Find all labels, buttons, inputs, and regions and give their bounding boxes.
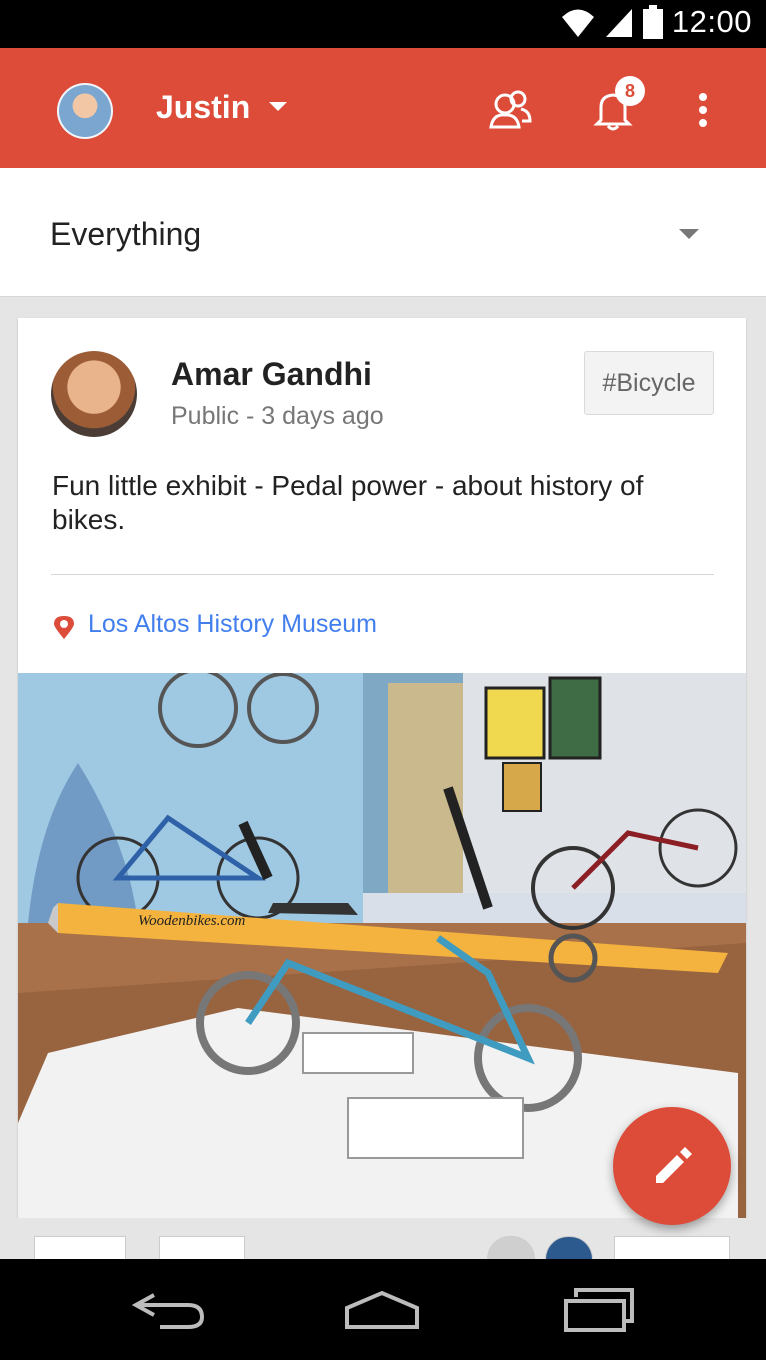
status-icons: 12:00	[560, 4, 752, 40]
photo-watermark-text: Woodenbikes.com	[138, 913, 246, 929]
author-avatar[interactable]	[51, 351, 137, 437]
pencil-icon	[656, 1147, 692, 1183]
author-name[interactable]: Amar Gandhi	[171, 356, 372, 393]
post-action-strip	[0, 1218, 766, 1261]
location-pin-icon	[54, 616, 74, 639]
compose-button[interactable]	[613, 1107, 731, 1225]
system-navigation-bar	[0, 1259, 766, 1360]
stream-filter-label: Everything	[50, 216, 202, 252]
plus-one-button[interactable]	[34, 1236, 126, 1261]
clock: 12:00	[671, 4, 752, 39]
comment-button[interactable]	[614, 1236, 730, 1261]
post-divider	[51, 574, 714, 575]
overflow-menu-icon[interactable]	[697, 92, 709, 128]
stream-filter[interactable]: Everything	[0, 168, 766, 297]
signal-icon	[605, 9, 632, 37]
account-name[interactable]: Justin	[156, 89, 250, 126]
wifi-icon	[561, 9, 594, 37]
filter-dropdown-icon[interactable]	[679, 229, 699, 239]
home-icon[interactable]	[343, 1290, 421, 1330]
plusoner-avatar-1[interactable]	[487, 1236, 535, 1261]
notification-count-badge[interactable]: 8	[615, 76, 645, 106]
back-icon[interactable]	[132, 1289, 206, 1331]
people-icon[interactable]	[487, 87, 533, 133]
post-visibility-time: Public - 3 days ago	[171, 402, 384, 430]
share-button[interactable]	[159, 1236, 245, 1261]
account-dropdown-icon[interactable]	[269, 102, 287, 111]
status-bar: 12:00	[0, 0, 766, 48]
location-link[interactable]: Los Altos History Museum	[88, 610, 377, 639]
app-bar: Justin 8	[0, 48, 766, 168]
battery-icon	[642, 5, 663, 39]
recents-icon[interactable]	[562, 1287, 636, 1333]
plusoner-avatar-2[interactable]	[545, 1236, 593, 1261]
account-avatar[interactable]	[57, 83, 113, 139]
post-text: Fun little exhibit - Pedal power - about…	[52, 470, 644, 535]
hashtag-chip[interactable]: #Bicycle	[584, 351, 714, 415]
post-card[interactable]: Amar Gandhi Public - 3 days ago #Bicycle…	[18, 318, 746, 1218]
